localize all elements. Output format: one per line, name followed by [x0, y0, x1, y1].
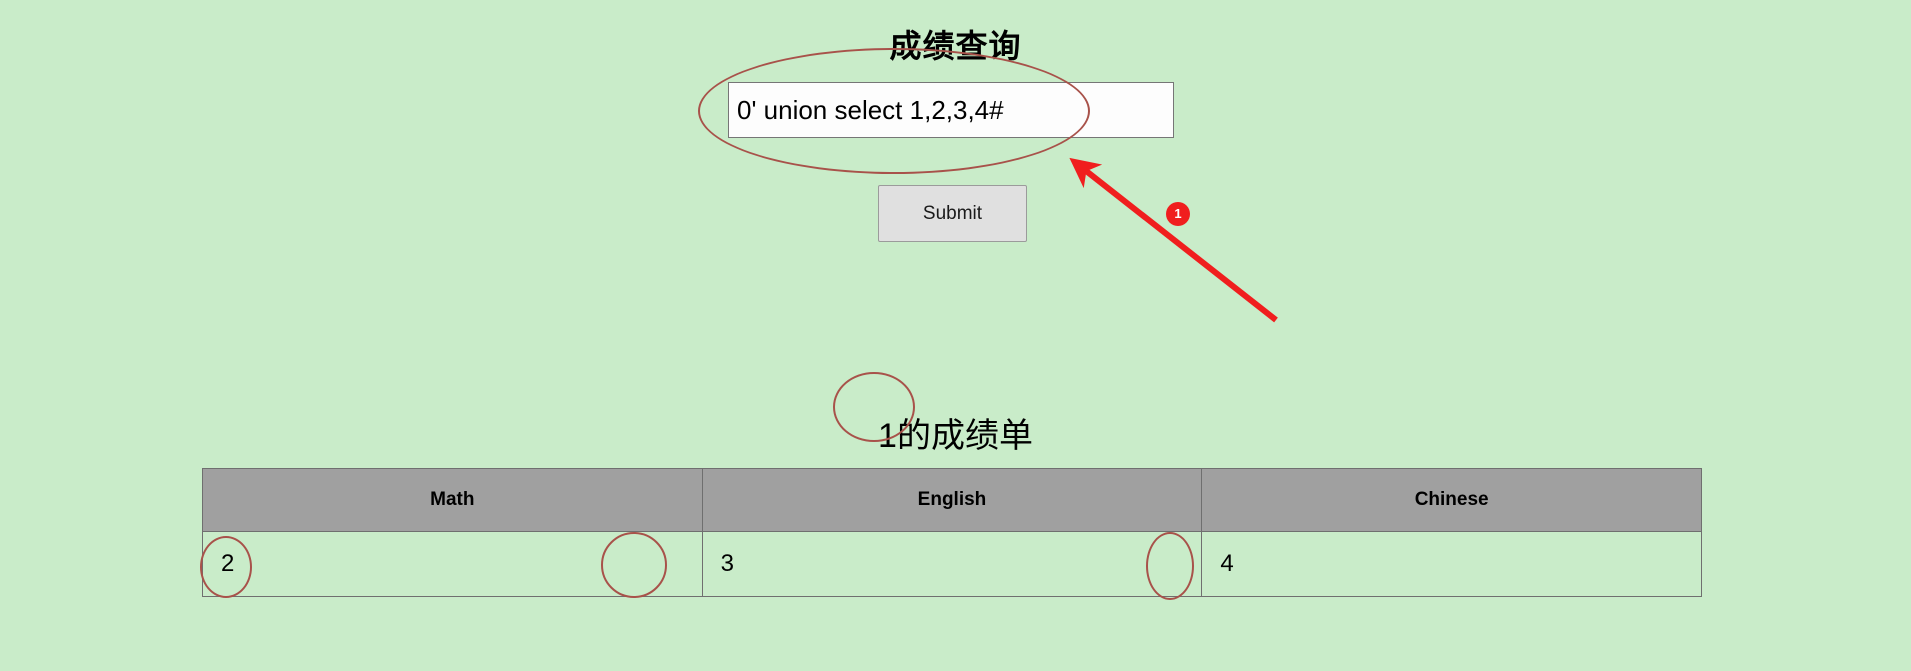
column-header-chinese: Chinese	[1201, 468, 1702, 532]
table-header-row: Math English Chinese	[202, 468, 1702, 532]
page-title: 成绩查询	[889, 28, 1022, 65]
score-table: Math English Chinese 2 3 4	[202, 468, 1702, 597]
score-table-head: Math English Chinese	[202, 468, 1702, 532]
annotation-step-badge-1: 1	[1166, 202, 1190, 226]
cell-english: 3	[701, 531, 1203, 597]
table-row: 2 3 4	[202, 531, 1702, 597]
score-table-body: 2 3 4	[202, 531, 1702, 597]
query-input[interactable]	[728, 82, 1174, 138]
column-header-math: Math	[202, 468, 703, 532]
page-root: 成绩查询 Submit 1的成绩单 Math English Chinese 2…	[0, 0, 1911, 671]
annotation-arrow-icon	[1069, 157, 1278, 323]
submit-button[interactable]: Submit	[878, 185, 1027, 242]
cell-math: 2	[202, 531, 703, 597]
result-heading: 1的成绩单	[878, 417, 1033, 456]
cell-chinese: 4	[1201, 531, 1702, 597]
column-header-english: English	[701, 468, 1203, 532]
